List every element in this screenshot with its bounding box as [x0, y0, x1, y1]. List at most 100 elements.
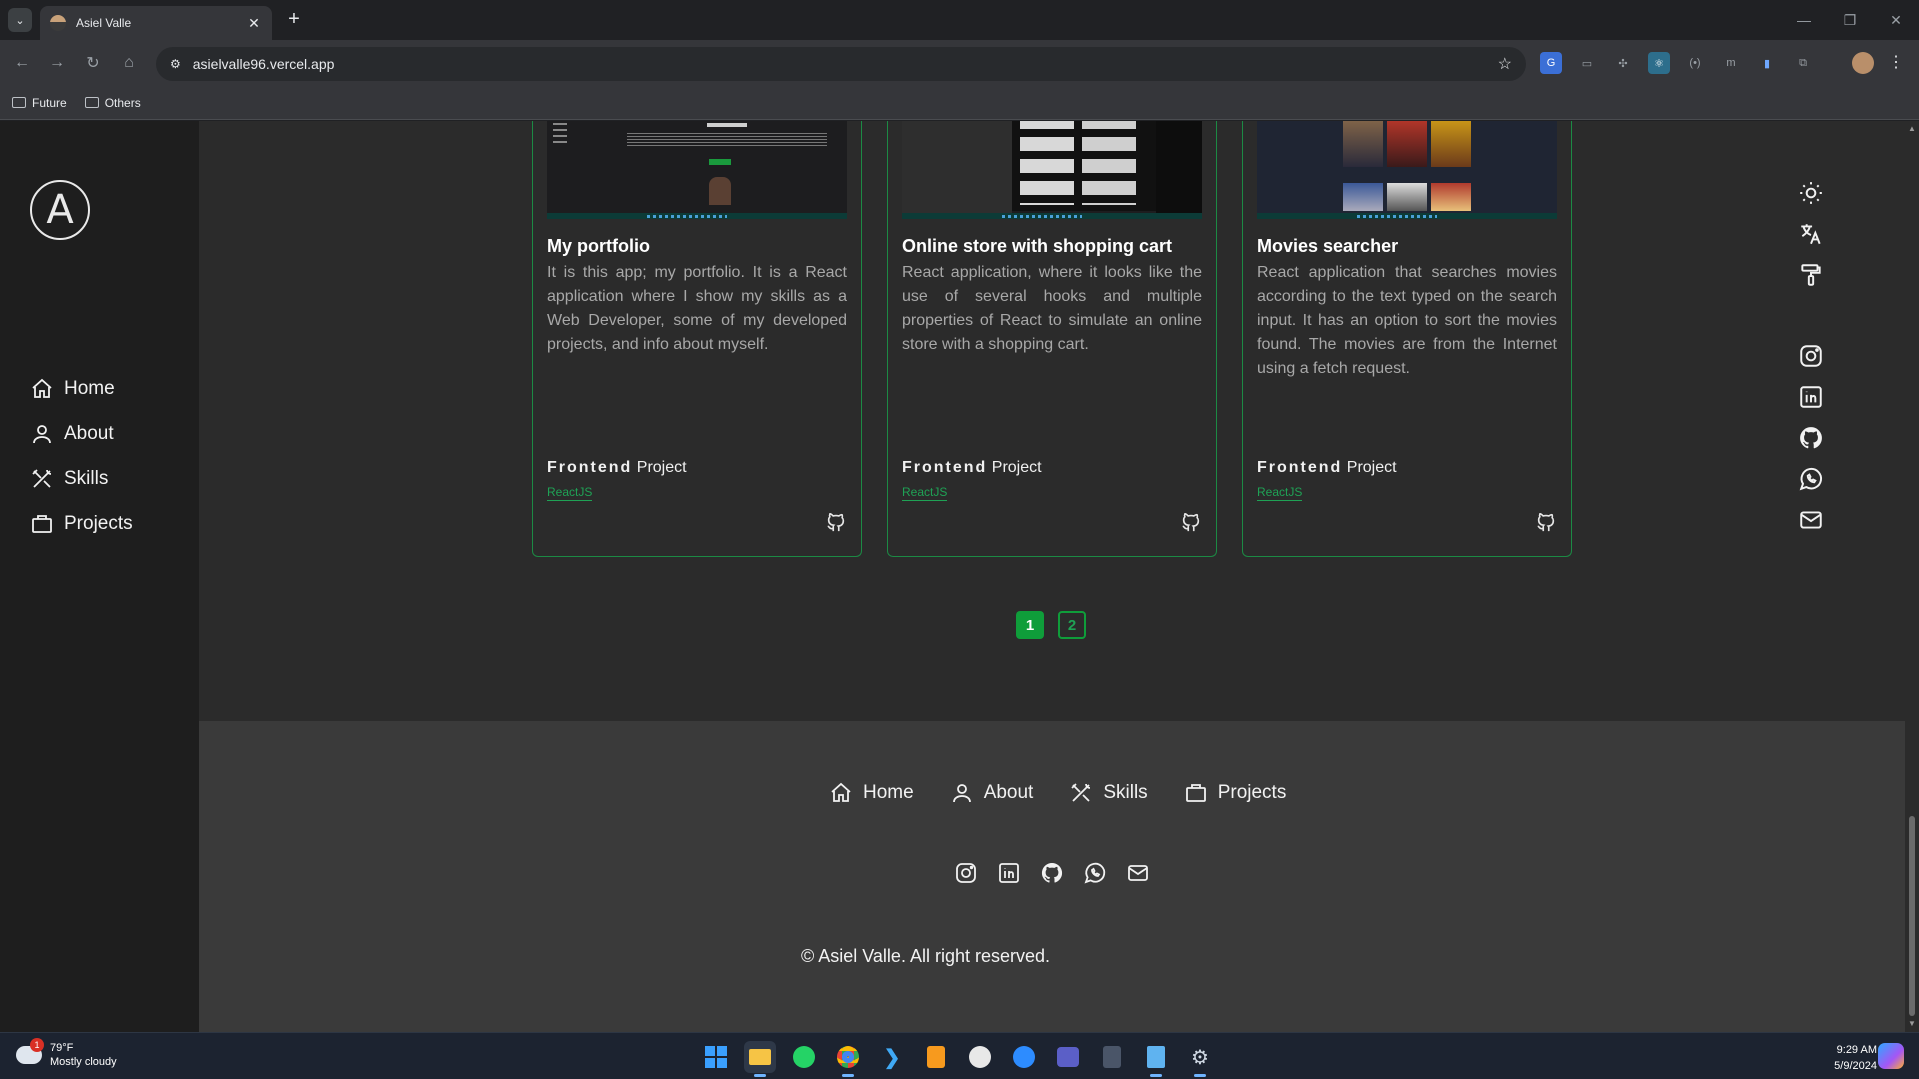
extension-icon[interactable]: (•): [1684, 52, 1706, 74]
taskbar: 1 79°F Mostly cloudy ❯ ⚙ 9:29 AM 5/9/202…: [0, 1032, 1919, 1079]
github-icon[interactable]: [1180, 511, 1202, 533]
linkedin-icon[interactable]: [1798, 384, 1824, 410]
project-card: Movies searcher React application that s…: [1242, 121, 1572, 557]
notepad-icon[interactable]: [1140, 1041, 1172, 1077]
extension-icon[interactable]: m: [1720, 52, 1742, 74]
extension-icon[interactable]: ▮: [1756, 52, 1778, 74]
footer-link-label: About: [983, 782, 1034, 803]
zoom-icon[interactable]: [1008, 1041, 1040, 1073]
bookmark-folder-future[interactable]: Future: [12, 96, 67, 110]
windows-start-icon[interactable]: [700, 1041, 732, 1073]
clock-time: 9:29 AM: [1836, 1044, 1877, 1056]
vscode-icon[interactable]: ❯: [876, 1041, 908, 1073]
browser-menu-icon[interactable]: ⋮: [1888, 52, 1904, 72]
project-card: My portfolio It is this app; my portfoli…: [532, 121, 862, 557]
project-type-rest: Project: [987, 459, 1042, 476]
project-screenshot: [1257, 121, 1557, 219]
whatsapp-icon[interactable]: [1083, 861, 1107, 885]
puzzle-icon[interactable]: ⧉: [1792, 52, 1814, 74]
tab-search-button[interactable]: ⌄: [8, 8, 32, 32]
scroll-up-icon[interactable]: ▲: [1908, 124, 1916, 133]
tools-icon: [32, 468, 52, 488]
clock-app-icon[interactable]: [964, 1041, 996, 1073]
reload-icon[interactable]: ↻: [81, 51, 105, 75]
extension-icon[interactable]: ✣: [1612, 52, 1634, 74]
footer-link-skills[interactable]: Skills: [1069, 781, 1148, 805]
project-type-bold: Frontend: [902, 459, 988, 476]
translate-icon[interactable]: [1798, 221, 1824, 247]
file-explorer-icon[interactable]: [744, 1041, 776, 1077]
project-description: React application that searches movies a…: [1257, 264, 1557, 377]
footer-link-projects[interactable]: Projects: [1184, 781, 1286, 805]
github-icon[interactable]: [1535, 511, 1557, 533]
react-devtools-icon[interactable]: ⚛: [1648, 52, 1670, 74]
bookmark-folder-others[interactable]: Others: [84, 95, 141, 110]
site-info-icon[interactable]: ⚙: [170, 57, 181, 71]
tab-favicon: [50, 15, 66, 31]
sidebar-item-projects[interactable]: Projects: [30, 501, 133, 546]
copilot-icon[interactable]: [1878, 1043, 1904, 1069]
teams-icon[interactable]: [1052, 1041, 1084, 1073]
window-controls: — ❐ ✕: [1781, 0, 1919, 40]
linkedin-icon[interactable]: [997, 861, 1021, 885]
bookmark-star-icon[interactable]: ☆: [1498, 54, 1512, 74]
project-type-bold: Frontend: [547, 459, 633, 476]
url-text[interactable]: asielvalle96.vercel.app: [193, 56, 1498, 72]
footer-social: [954, 861, 1150, 885]
forward-icon[interactable]: →: [45, 51, 69, 75]
whatsapp-app-icon[interactable]: [788, 1041, 820, 1073]
address-bar[interactable]: ⚙ asielvalle96.vercel.app ☆: [156, 47, 1526, 81]
back-icon[interactable]: ←: [10, 51, 34, 75]
scroll-thumb[interactable]: [1909, 816, 1915, 1016]
close-tab-icon[interactable]: ✕: [246, 15, 262, 32]
user-icon: [952, 784, 971, 803]
page-viewport: A Home About Skills Projects My portfoli…: [0, 121, 1919, 1032]
logo[interactable]: A: [30, 180, 90, 240]
minimize-icon[interactable]: —: [1781, 0, 1827, 40]
whatsapp-icon[interactable]: [1798, 466, 1824, 492]
github-icon[interactable]: [1798, 425, 1824, 451]
calculator-icon[interactable]: [1096, 1041, 1128, 1073]
sublime-icon[interactable]: [920, 1041, 952, 1073]
translate-extension-icon[interactable]: G: [1540, 52, 1562, 74]
github-icon[interactable]: [825, 511, 847, 533]
footer-link-about[interactable]: About: [950, 781, 1034, 805]
restore-icon[interactable]: ❐: [1827, 0, 1873, 40]
scroll-down-icon[interactable]: ▼: [1908, 1019, 1916, 1028]
weather-temp: 79°F: [50, 1042, 74, 1054]
mail-icon[interactable]: [1798, 507, 1824, 533]
home-browser-icon[interactable]: ⌂: [117, 51, 141, 75]
chrome-icon[interactable]: [832, 1041, 864, 1077]
page-button-2[interactable]: 2: [1058, 611, 1086, 639]
sidebar-item-skills[interactable]: Skills: [30, 456, 133, 501]
sidebar-item-about[interactable]: About: [30, 411, 133, 456]
weather-badge: 1: [30, 1038, 44, 1052]
extension-icon[interactable]: ▭: [1576, 52, 1598, 74]
instagram-icon[interactable]: [954, 861, 978, 885]
sun-icon[interactable]: [1798, 180, 1824, 206]
settings-icon[interactable]: ⚙: [1184, 1041, 1216, 1077]
profile-avatar[interactable]: [1852, 52, 1874, 74]
active-tab[interactable]: Asiel Valle ✕: [40, 6, 272, 40]
project-screenshot: [902, 121, 1202, 219]
weather-widget[interactable]: 1 79°F Mostly cloudy: [16, 1038, 117, 1069]
bookmark-label: Others: [104, 95, 141, 110]
sidebar-item-label: Home: [64, 377, 115, 399]
close-window-icon[interactable]: ✕: [1873, 0, 1919, 40]
mail-icon[interactable]: [1126, 861, 1150, 885]
weather-desc: Mostly cloudy: [50, 1056, 117, 1068]
paint-roller-icon[interactable]: [1798, 262, 1824, 288]
sidebar-item-home[interactable]: Home: [30, 366, 133, 411]
system-clock[interactable]: 9:29 AM 5/9/2024: [1795, 1042, 1877, 1074]
cloud-icon: 1: [16, 1038, 44, 1064]
page-button-1[interactable]: 1: [1016, 611, 1044, 639]
extensions-row: G ▭ ✣ ⚛ (•) m ▮ ⧉: [1540, 52, 1814, 74]
github-icon[interactable]: [1040, 861, 1064, 885]
instagram-icon[interactable]: [1798, 343, 1824, 369]
footer-link-home[interactable]: Home: [829, 781, 914, 805]
page-scrollbar[interactable]: ▲ ▼: [1905, 121, 1919, 1032]
project-type: Frontend Project: [902, 459, 1042, 477]
pagination: 1 2: [1016, 611, 1086, 639]
new-tab-button[interactable]: +: [282, 8, 306, 30]
tab-title: Asiel Valle: [76, 16, 132, 30]
